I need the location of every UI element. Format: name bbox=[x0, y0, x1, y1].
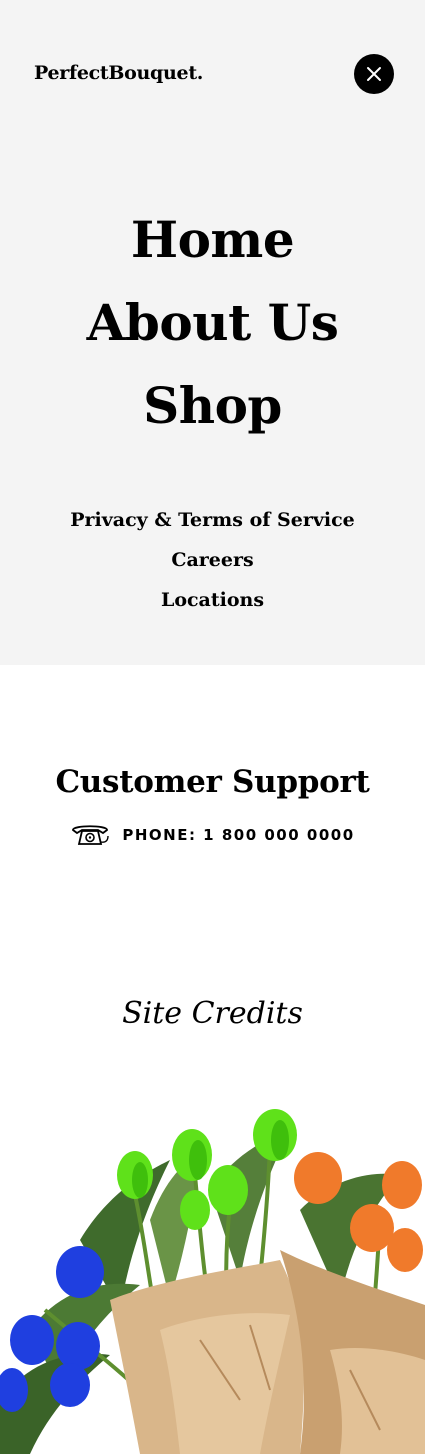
nav-link-home[interactable]: Home bbox=[0, 198, 425, 281]
brand-logo[interactable]: PerfectBouquet. bbox=[34, 62, 203, 84]
customer-support-heading: Customer Support bbox=[55, 764, 370, 800]
phone-contact: PHONE: 1 800 000 0000 bbox=[0, 822, 425, 848]
link-careers[interactable]: Careers bbox=[0, 540, 425, 580]
primary-nav: Home About Us Shop bbox=[0, 198, 425, 447]
menu-panel: PerfectBouquet. Home About Us Shop Priva… bbox=[0, 0, 425, 665]
nav-link-shop[interactable]: Shop bbox=[0, 364, 425, 447]
close-icon bbox=[367, 67, 381, 81]
link-privacy-terms[interactable]: Privacy & Terms of Service bbox=[0, 500, 425, 540]
secondary-nav: Privacy & Terms of Service Careers Locat… bbox=[0, 500, 425, 620]
tulip-bouquet-image bbox=[0, 1109, 425, 1454]
site-credits-link[interactable]: Site Credits bbox=[0, 996, 425, 1031]
telephone-icon bbox=[72, 825, 110, 845]
nav-link-about-us[interactable]: About Us bbox=[0, 281, 425, 364]
close-menu-button[interactable] bbox=[354, 54, 394, 94]
phone-number[interactable]: PHONE: 1 800 000 0000 bbox=[122, 826, 354, 844]
link-locations[interactable]: Locations bbox=[0, 580, 425, 620]
